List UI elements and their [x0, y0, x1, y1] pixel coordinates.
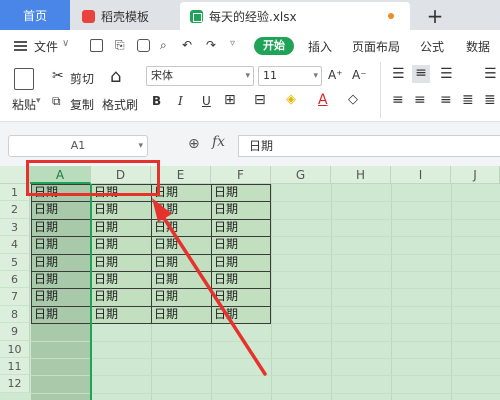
red-arrow-icon: [152, 198, 267, 376]
